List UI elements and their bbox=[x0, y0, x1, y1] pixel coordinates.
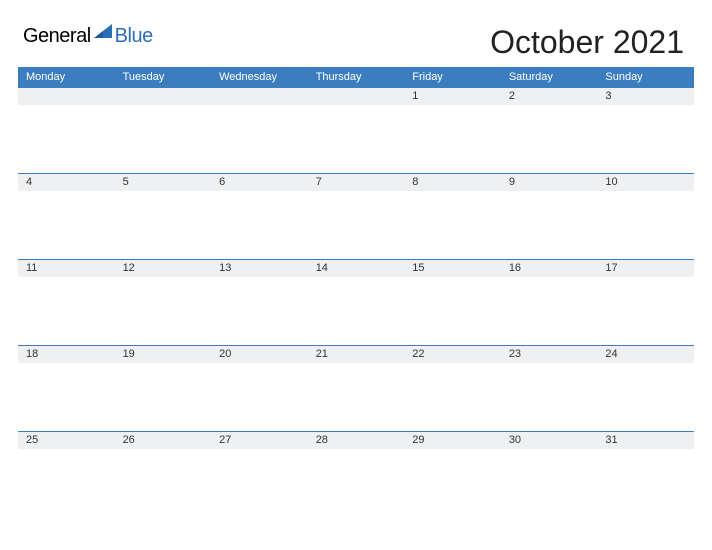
date-number: 16 bbox=[501, 259, 598, 277]
day-cell: 26 bbox=[115, 431, 212, 517]
date-number: 14 bbox=[308, 259, 405, 277]
day-header: Monday bbox=[18, 67, 115, 87]
day-cell: 24 bbox=[597, 345, 694, 431]
logo: General Blue bbox=[18, 22, 153, 49]
date-number: 31 bbox=[597, 431, 694, 449]
day-header: Thursday bbox=[308, 67, 405, 87]
logo-triangle-icon bbox=[94, 24, 112, 43]
day-cell: 30 bbox=[501, 431, 598, 517]
empty-date-strip bbox=[18, 87, 115, 105]
week-row: 25262728293031 bbox=[18, 431, 694, 517]
day-header: Tuesday bbox=[115, 67, 212, 87]
day-header: Saturday bbox=[501, 67, 598, 87]
date-number: 17 bbox=[597, 259, 694, 277]
day-cell: 19 bbox=[115, 345, 212, 431]
date-number: 23 bbox=[501, 345, 598, 363]
day-header-row: Monday Tuesday Wednesday Thursday Friday… bbox=[18, 67, 694, 87]
day-cell bbox=[18, 87, 115, 173]
date-number: 29 bbox=[404, 431, 501, 449]
empty-date-strip bbox=[115, 87, 212, 105]
day-cell: 10 bbox=[597, 173, 694, 259]
date-number: 26 bbox=[115, 431, 212, 449]
day-cell: 4 bbox=[18, 173, 115, 259]
date-number: 15 bbox=[404, 259, 501, 277]
day-cell: 1 bbox=[404, 87, 501, 173]
day-cell bbox=[115, 87, 212, 173]
day-cell: 15 bbox=[404, 259, 501, 345]
date-number: 7 bbox=[308, 173, 405, 191]
date-number: 24 bbox=[597, 345, 694, 363]
week-row: 123 bbox=[18, 87, 694, 173]
date-number: 22 bbox=[404, 345, 501, 363]
day-cell: 17 bbox=[597, 259, 694, 345]
day-cell: 2 bbox=[501, 87, 598, 173]
date-number: 20 bbox=[211, 345, 308, 363]
date-number: 28 bbox=[308, 431, 405, 449]
day-cell: 20 bbox=[211, 345, 308, 431]
day-cell: 16 bbox=[501, 259, 598, 345]
day-header: Wednesday bbox=[211, 67, 308, 87]
day-cell: 18 bbox=[18, 345, 115, 431]
day-cell bbox=[211, 87, 308, 173]
day-header: Friday bbox=[404, 67, 501, 87]
calendar-grid: Monday Tuesday Wednesday Thursday Friday… bbox=[18, 67, 694, 517]
date-number: 5 bbox=[115, 173, 212, 191]
day-cell: 6 bbox=[211, 173, 308, 259]
empty-date-strip bbox=[211, 87, 308, 105]
date-number: 27 bbox=[211, 431, 308, 449]
day-cell: 12 bbox=[115, 259, 212, 345]
logo-text-general: General bbox=[23, 25, 91, 48]
day-header: Sunday bbox=[597, 67, 694, 87]
date-number: 19 bbox=[115, 345, 212, 363]
date-number: 4 bbox=[18, 173, 115, 191]
day-cell: 23 bbox=[501, 345, 598, 431]
day-cell: 29 bbox=[404, 431, 501, 517]
date-number: 1 bbox=[404, 87, 501, 105]
day-cell: 9 bbox=[501, 173, 598, 259]
date-number: 11 bbox=[18, 259, 115, 277]
date-number: 18 bbox=[18, 345, 115, 363]
day-cell: 27 bbox=[211, 431, 308, 517]
date-number: 10 bbox=[597, 173, 694, 191]
date-number: 2 bbox=[501, 87, 598, 105]
week-row: 11121314151617 bbox=[18, 259, 694, 345]
date-number: 25 bbox=[18, 431, 115, 449]
page-title: October 2021 bbox=[490, 22, 694, 61]
logo-text-blue: Blue bbox=[115, 25, 153, 48]
day-cell: 3 bbox=[597, 87, 694, 173]
day-cell: 11 bbox=[18, 259, 115, 345]
day-cell bbox=[308, 87, 405, 173]
date-number: 3 bbox=[597, 87, 694, 105]
week-row: 18192021222324 bbox=[18, 345, 694, 431]
day-cell: 8 bbox=[404, 173, 501, 259]
date-number: 13 bbox=[211, 259, 308, 277]
day-cell: 25 bbox=[18, 431, 115, 517]
day-cell: 13 bbox=[211, 259, 308, 345]
date-number: 8 bbox=[404, 173, 501, 191]
date-number: 21 bbox=[308, 345, 405, 363]
date-number: 6 bbox=[211, 173, 308, 191]
day-cell: 31 bbox=[597, 431, 694, 517]
empty-date-strip bbox=[308, 87, 405, 105]
date-number: 9 bbox=[501, 173, 598, 191]
day-cell: 5 bbox=[115, 173, 212, 259]
day-cell: 14 bbox=[308, 259, 405, 345]
day-cell: 21 bbox=[308, 345, 405, 431]
header: General Blue October 2021 bbox=[18, 22, 694, 61]
day-cell: 28 bbox=[308, 431, 405, 517]
week-row: 45678910 bbox=[18, 173, 694, 259]
date-number: 30 bbox=[501, 431, 598, 449]
day-cell: 22 bbox=[404, 345, 501, 431]
day-cell: 7 bbox=[308, 173, 405, 259]
date-number: 12 bbox=[115, 259, 212, 277]
